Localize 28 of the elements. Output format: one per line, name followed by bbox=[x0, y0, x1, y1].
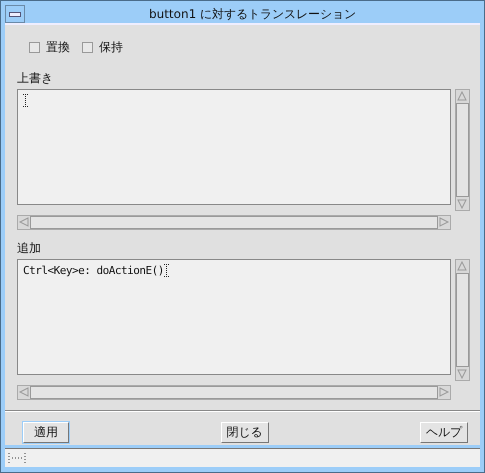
scroll-right-arrow-icon[interactable] bbox=[438, 216, 450, 228]
vertical-scrollbar[interactable] bbox=[455, 89, 470, 211]
dotted-bracket-icon bbox=[8, 452, 26, 464]
dialog-button[interactable]: ヘルプ bbox=[420, 422, 468, 443]
section-label: 上書き bbox=[17, 70, 54, 87]
scroll-right-arrow-icon[interactable] bbox=[438, 386, 450, 398]
scroll-left-arrow-icon[interactable] bbox=[18, 216, 30, 228]
checkbox-label: 保持 bbox=[99, 39, 123, 56]
checkbox[interactable] bbox=[82, 42, 93, 53]
horizontal-scrollbar[interactable] bbox=[17, 385, 451, 400]
dialog-button[interactable]: 閉じる bbox=[220, 422, 268, 443]
section-label: 追加 bbox=[17, 240, 42, 257]
scroll-up-arrow-icon[interactable] bbox=[456, 90, 468, 102]
text-area[interactable] bbox=[17, 89, 451, 205]
scroll-down-arrow-icon[interactable] bbox=[456, 368, 468, 380]
text-cursor-icon bbox=[23, 94, 28, 107]
scroll-up-arrow-icon[interactable] bbox=[456, 260, 468, 272]
dialog-button[interactable]: 適用 bbox=[23, 422, 69, 443]
horizontal-scrollbar[interactable] bbox=[17, 215, 451, 230]
window-title: button1 に対するトランスレーション bbox=[148, 6, 358, 22]
text-cursor-icon bbox=[164, 264, 169, 277]
scroll-left-arrow-icon[interactable] bbox=[18, 386, 30, 398]
checkbox-label: 置換 bbox=[46, 39, 70, 56]
vertical-scrollbar[interactable] bbox=[455, 259, 470, 381]
window-menu-button[interactable] bbox=[5, 5, 25, 23]
text-area[interactable]: Ctrl<Key>e: doActionE() bbox=[17, 259, 451, 375]
checkbox[interactable] bbox=[29, 42, 40, 53]
scroll-down-arrow-icon[interactable] bbox=[456, 198, 468, 210]
